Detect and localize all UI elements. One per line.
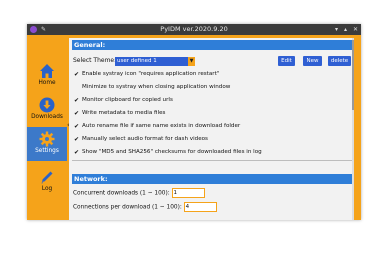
checkbox-label: Enable systray icon "requires applicatio… [82,71,220,77]
sidebar-item-log[interactable]: Log [27,165,67,197]
pencil-icon [41,171,53,184]
checkbox-checked-icon[interactable]: ✔ [74,150,80,156]
theme-label: Select Theme: [73,57,117,64]
checkbox-checked-icon[interactable]: ✔ [74,72,80,78]
sidebar-item-home[interactable]: Home [27,59,67,91]
sidebar-item-settings[interactable]: Settings [27,127,67,161]
close-icon[interactable]: ✕ [353,26,358,33]
checkbox-label: Write metadata to media files [82,110,166,116]
checkbox-label: Show "MD5 and SHA256" checksums for down… [82,149,262,155]
checkbox-write-metadata[interactable]: ✔ Write metadata to media files [74,109,165,117]
scrollbar-thumb[interactable] [352,40,354,110]
concurrent-downloads-input[interactable]: 1 [171,188,205,198]
home-icon [40,64,54,78]
checkbox-enable-systray[interactable]: ✔ Enable systray icon "requires applicati… [74,70,219,78]
checkbox-label: Manually select audio format for dash vi… [82,136,208,142]
checkbox-checked-icon[interactable]: ✔ [74,98,80,104]
scrollbar[interactable] [352,38,354,220]
window-title: PyIDM ver.2020.9.20 [160,25,228,33]
gear-icon [39,131,55,147]
checkbox-checked-icon[interactable]: ✔ [74,137,80,143]
minimize-icon[interactable]: ▾ [335,26,338,33]
connections-per-download-label: Connections per download (1 ~ 100): [73,204,182,211]
checkbox-show-checksums[interactable]: ✔ Show "MD5 and SHA256" checksums for dow… [74,148,262,156]
chevron-down-icon[interactable]: ▼ [188,57,195,66]
checkbox-checked-icon[interactable]: ✔ [74,124,80,130]
checkbox-auto-rename[interactable]: ✔ Auto rename file if same name exists in… [74,122,240,130]
app-window: ✎ PyIDM ver.2020.9.20 ▾ ▴ ✕ Home Downloa… [27,24,361,220]
network-section-header: Network: [72,174,352,184]
download-icon [39,97,55,113]
delete-theme-button[interactable]: delete [328,56,351,66]
general-section-header: General: [72,40,352,50]
checkbox-label: Auto rename file if same name exists in … [82,123,241,129]
settings-panel: General: Select Theme: user defined 1 ▼ … [69,38,354,220]
theme-select-value: user defined 1 [117,58,157,64]
checkbox-monitor-clipboard[interactable]: ✔ Monitor clipboard for copied urls [74,96,173,104]
section-divider [72,160,352,161]
checkbox-manual-audio-format[interactable]: ✔ Manually select audio format for dash v… [74,135,208,143]
maximize-icon[interactable]: ▴ [344,26,347,33]
concurrent-downloads-label: Concurrent downloads (1 ~ 100): [73,190,170,197]
connections-per-download-input[interactable]: 4 [183,202,217,212]
connections-per-download-row: Connections per download (1 ~ 100): 4 [73,202,217,213]
sidebar-item-label: Home [38,80,56,86]
checkbox-checked-icon[interactable]: ✔ [74,111,80,117]
sidebar-item-label: Settings [35,148,59,154]
title-bar: ✎ PyIDM ver.2020.9.20 ▾ ▴ ✕ [27,24,361,35]
sidebar-item-label: Downloads [31,114,63,120]
sidebar: Home Downloads Settings Log [27,35,67,220]
window-controls: ▾ ▴ ✕ [335,24,358,35]
concurrent-downloads-row: Concurrent downloads (1 ~ 100): 1 [73,188,205,199]
sidebar-item-downloads[interactable]: Downloads [27,93,67,125]
edit-theme-button[interactable]: Edit [278,56,295,66]
new-theme-button[interactable]: New [303,56,322,66]
theme-select[interactable]: user defined 1 ▼ [115,57,195,66]
checkbox-minimize-systray[interactable]: Minimize to systray when closing applica… [74,83,230,91]
sidebar-item-label: Log [41,186,53,192]
checkbox-label: Minimize to systray when closing applica… [82,84,231,90]
checkbox-label: Monitor clipboard for copied urls [82,97,173,103]
checkbox-unchecked-icon[interactable] [74,83,80,89]
